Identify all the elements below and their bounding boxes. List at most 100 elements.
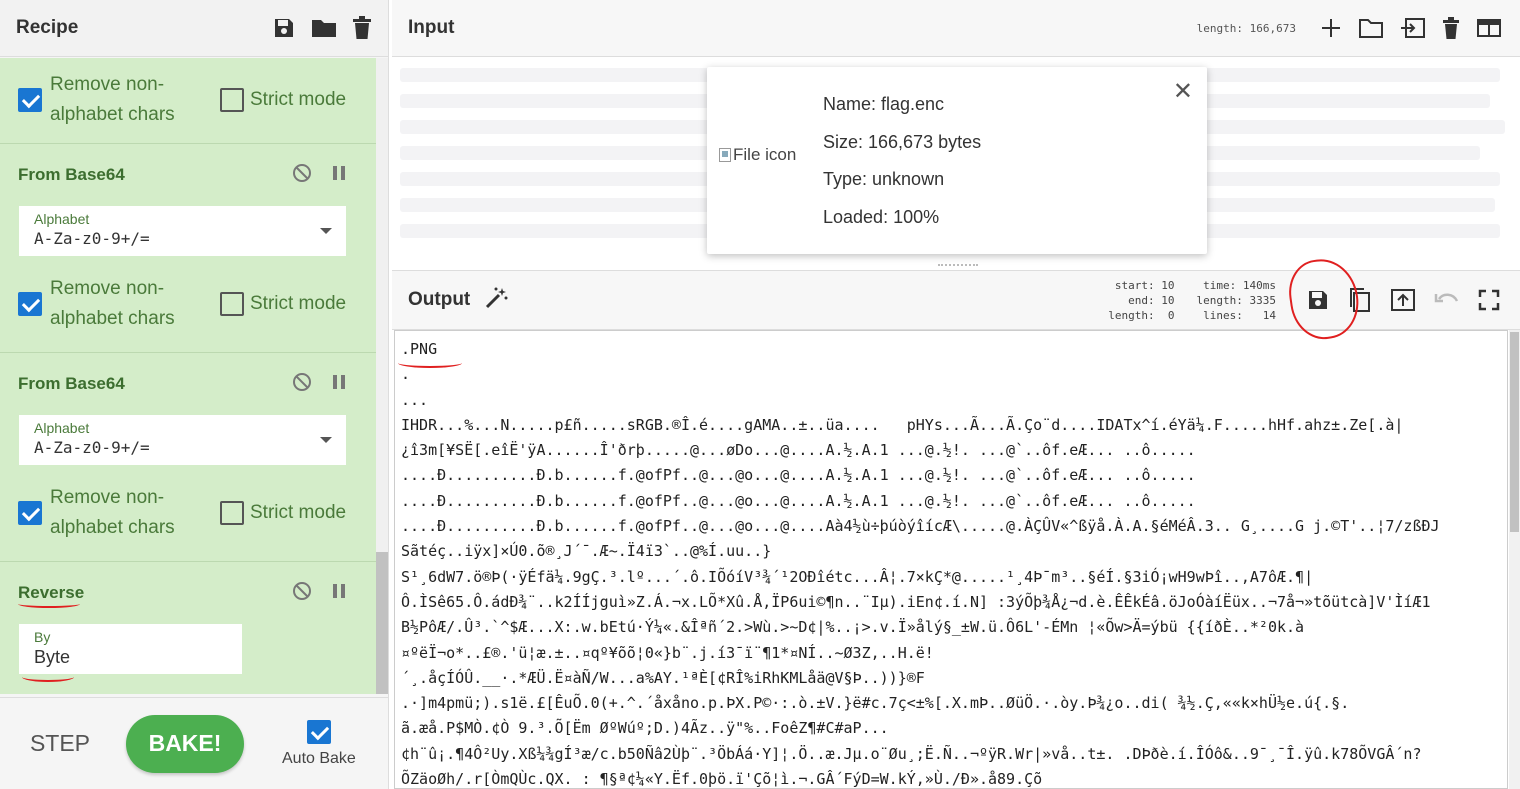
file-loaded: Loaded: 100% <box>823 206 940 227</box>
input-length: length: 166,673 <box>1196 21 1296 35</box>
output-scrollbar[interactable] <box>1509 330 1520 789</box>
remove-nonalpha-label: Remove non-alphabet chars <box>50 278 175 329</box>
recipe-header: Recipe <box>0 0 388 57</box>
magic-wand-icon[interactable] <box>484 286 1108 315</box>
output-line: B½PôÆ/.Û³.`^$Æ...X:.w.bEtú·Ý¼«.&Îªñ´2.>W… <box>401 618 1305 637</box>
output-line: ÕZäoØh/.r[ÒmQÙc.QX. : ¶§ª¢¼«Y.Ëf.0þö.ï'Ç… <box>401 770 1043 789</box>
recipe-panel: Recipe Remove non-alphabet chars Strict … <box>0 0 389 789</box>
by-label: By <box>34 629 51 645</box>
bake-button[interactable]: BAKE! <box>126 714 244 773</box>
clear-recipe-icon[interactable] <box>352 16 372 40</box>
annotation-underline-reverse <box>18 600 80 608</box>
autobake-checkbox[interactable] <box>306 719 331 744</box>
strict-mode-label: Strict mode <box>250 89 347 110</box>
op-title: From Base64 <box>18 374 125 393</box>
output-line: ã.æå.P$MÒ.¢Ò 9.³.Õ[Ëm ØºWúº;D.)4Ãz..ÿ"%.… <box>401 719 889 738</box>
strict-mode-checkbox[interactable] <box>220 88 244 112</box>
output-stats: start: 10 end: 10 length: 0 time: 140ms … <box>1108 278 1276 323</box>
alphabet-label: Alphabet <box>34 211 90 227</box>
add-tab-icon[interactable] <box>1320 17 1342 39</box>
pause-icon[interactable] <box>332 165 346 186</box>
recipe-scrollbar[interactable] <box>376 58 388 694</box>
by-input[interactable]: By Byte <box>19 624 242 674</box>
output-line: ... <box>401 390 429 409</box>
chevron-down-icon <box>320 437 332 443</box>
output-textarea[interactable]: .PNG.... IHDR...%...N.....p£ñ.....sRGB.®Î… <box>394 330 1508 789</box>
input-title: Input <box>408 17 455 38</box>
pause-icon[interactable] <box>332 583 346 604</box>
output-stats-time: time: 140ms length: 3335 lines: 14 <box>1196 278 1276 322</box>
strict-mode-checkbox[interactable] <box>220 292 244 316</box>
output-line: Sãtéç..iÿx]×Ú0.õ®¸J´¯.Æ~.Ï4ï3`..@%Í.uu..… <box>401 542 772 561</box>
alphabet-value: A-Za-z0-9+/= <box>34 438 150 457</box>
recipe-list: Remove non-alphabet chars Strict mode Fr… <box>0 58 376 694</box>
open-folder-icon[interactable] <box>1358 17 1384 39</box>
remove-nonalpha-label: Remove non-alphabet chars <box>50 487 175 538</box>
file-size: Size: 166,673 bytes <box>823 131 982 152</box>
alphabet-select[interactable]: Alphabet A-Za-z0-9+/= <box>19 415 346 465</box>
disable-icon[interactable] <box>292 372 312 397</box>
remove-nonalpha-checkbox[interactable] <box>18 501 42 525</box>
output-line: .PNG <box>401 340 438 358</box>
strict-mode-checkbox[interactable] <box>220 501 244 525</box>
output-line: ....Ð..........Ð.b......f.@ofPf..@...@o.… <box>401 466 1196 485</box>
alphabet-label: Alphabet <box>34 420 90 436</box>
file-type: Type: unknown <box>823 169 945 189</box>
output-line: Ô.ÌSê65.Ô.ádÐ¾¨..k2ÍÍjguì»Z.Á.¬x.LÕ*Xû.Å… <box>401 592 1431 611</box>
remove-nonalpha-checkbox[interactable] <box>18 88 42 112</box>
output-scroll-thumb[interactable] <box>1510 332 1519 532</box>
autobake-label: Auto Bake <box>282 749 356 767</box>
undo-icon[interactable] <box>1434 290 1460 310</box>
annotation-underline-png <box>398 358 462 368</box>
close-icon[interactable]: ✕ <box>1173 77 1193 106</box>
file-info: Name: flag.enc Size: 166,673 bytes Type:… <box>823 95 981 245</box>
load-recipe-icon[interactable] <box>310 16 338 40</box>
maximize-icon[interactable] <box>1478 289 1500 311</box>
output-line: S¹¸6dW7.ö®Þ(·ÿÉfä¼.9gÇ.³.lº...´.ô.IÕóíV³… <box>401 567 1314 586</box>
op-title: From Base64 <box>18 165 125 184</box>
output-panel: Output start: 10 end: 10 length: 0 time:… <box>392 270 1520 789</box>
output-line: ¤ºëÏ¬o*..£®.'ü¦æ.±..¤qº¥õõ¦0«}b¨.j.í3¯ï¨… <box>401 643 934 662</box>
pause-icon[interactable] <box>332 374 346 395</box>
output-line: ....Ð..........Ð.b......f.@ofPf..@...@o.… <box>401 491 1196 510</box>
alphabet-value: A-Za-z0-9+/= <box>34 229 150 248</box>
chevron-down-icon <box>320 228 332 234</box>
file-icon-alt-text: File icon <box>733 145 797 164</box>
input-header: Input length: 166,673 <box>392 0 1520 57</box>
disable-icon[interactable] <box>292 163 312 188</box>
recipe-op-from-base64[interactable]: From Base64 Alphabet A-Za-z0-9+/= Remove… <box>0 353 376 562</box>
output-line: ¿î3m[¥SË[.eîË'ÿA......Î'ðrþ.....@...øDo.… <box>401 441 1196 460</box>
recipe-op-partial: Remove non-alphabet chars Strict mode <box>0 58 376 144</box>
file-name: Name: flag.enc <box>823 94 945 114</box>
output-line: ´¸.åçÍÓÛ.__·.*ÆÜ.Ë¤àÑ/W...a%AY.¹ªÈ[¢RÎ%i… <box>401 668 925 687</box>
remove-nonalpha-checkbox[interactable] <box>18 292 42 316</box>
import-file-icon[interactable] <box>1400 17 1426 39</box>
strict-mode-label: Strict mode <box>250 293 347 314</box>
output-line: .·]m4pmü;).s1ë.£[ÊuÕ.0(+.^.´åxåno.p.ÞX.P… <box>401 694 1350 713</box>
clear-input-icon[interactable] <box>1442 17 1460 39</box>
output-line: IHDR...%...N.....p£ñ.....sRGB.®Î.é....gA… <box>401 415 1404 434</box>
autobake-toggle[interactable]: Auto Bake <box>282 719 356 768</box>
output-title: Output <box>408 289 471 310</box>
replace-input-icon[interactable] <box>1390 288 1416 312</box>
alphabet-select[interactable]: Alphabet A-Za-z0-9+/= <box>19 206 346 256</box>
step-button[interactable]: STEP <box>12 730 108 757</box>
by-value: Byte <box>34 647 71 667</box>
file-icon: File icon <box>719 145 796 165</box>
resize-handle[interactable] <box>938 264 978 268</box>
output-line: ¢h¨û¡.¶4Ô²Uy.Xß¼¾gÍ³æ/c.b50Ñâ2Ùþ¨.³ÖbÁá·… <box>401 744 1422 763</box>
disable-icon[interactable] <box>292 581 312 606</box>
output-line: . <box>401 365 411 384</box>
save-recipe-icon[interactable] <box>272 16 296 40</box>
bake-controls: STEP BAKE! Auto Bake <box>0 697 388 789</box>
strict-mode-label: Strict mode <box>250 502 347 523</box>
annotation-underline-byte <box>22 672 74 682</box>
recipe-title: Recipe <box>16 17 79 38</box>
output-stats-range: start: 10 end: 10 length: 0 <box>1108 278 1175 322</box>
remove-nonalpha-label: Remove non-alphabet chars <box>50 74 175 125</box>
recipe-scroll-thumb[interactable] <box>376 552 388 694</box>
layout-icon[interactable] <box>1476 17 1502 39</box>
broken-image-icon <box>719 148 731 162</box>
recipe-op-from-base64[interactable]: From Base64 Alphabet A-Za-z0-9+/= Remove… <box>0 144 376 353</box>
file-details-card: File icon Name: flag.enc Size: 166,673 b… <box>707 67 1207 254</box>
